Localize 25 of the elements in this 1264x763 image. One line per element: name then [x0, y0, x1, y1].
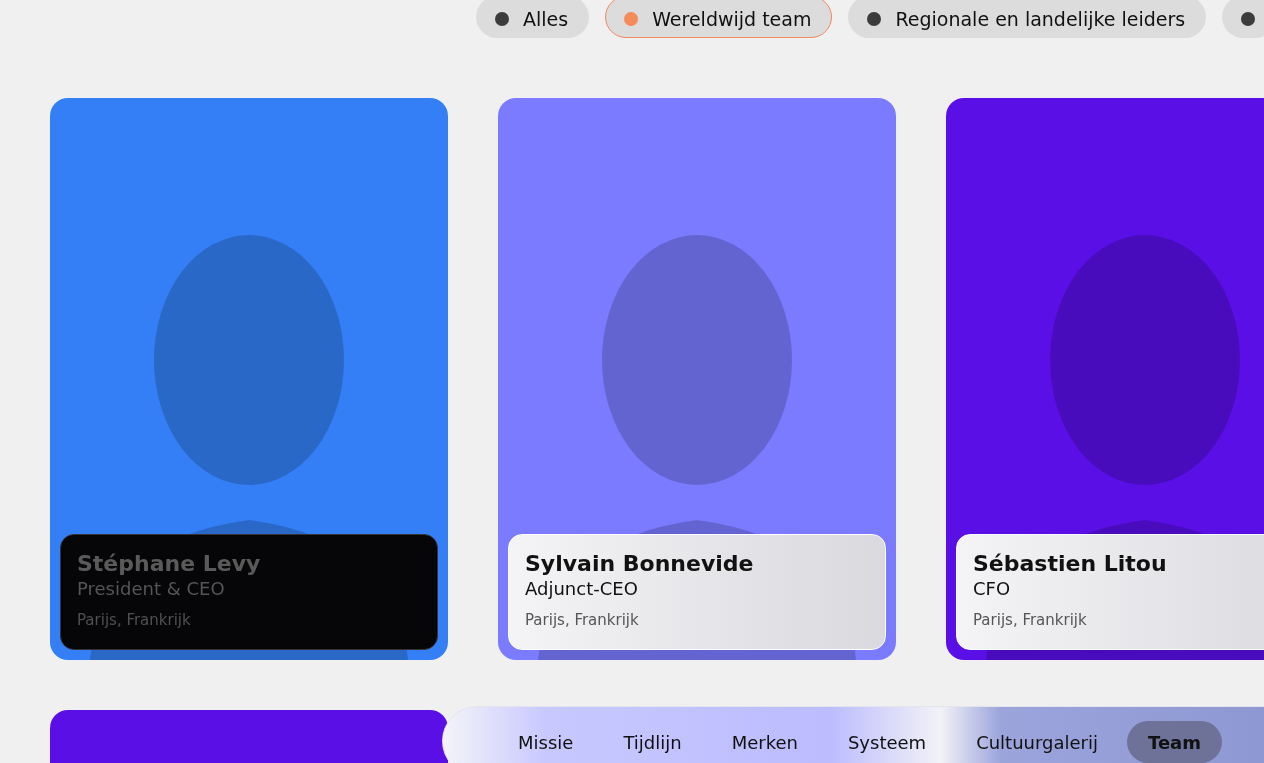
dot-icon: [867, 12, 882, 26]
nav-tab[interactable]: Missie: [497, 721, 595, 763]
filter-pill[interactable]: [1222, 0, 1264, 38]
nav-tab[interactable]: Tijdlijn: [602, 721, 703, 763]
filter-pill[interactable]: Regionale en landelijke leiders: [848, 0, 1207, 38]
filter-pill[interactable]: Alles: [476, 0, 590, 38]
person-location: Parijs, Frankrijk: [973, 611, 1088, 629]
profile-card[interactable]: Sébastien Litou CFO Parijs, Frankrijk: [946, 98, 1264, 660]
person-role: Adjunct-CEO: [525, 578, 639, 599]
person-location: Parijs, Frankrijk: [77, 611, 192, 629]
dot-icon: [624, 12, 639, 26]
nav-tab[interactable]: Merken: [710, 721, 819, 763]
nav-tab[interactable]: Cultuurgalerij: [955, 721, 1119, 763]
profile-card[interactable]: Sylvain Bonnevide Adjunct-CEO Parijs, Frankrijk: [498, 98, 896, 660]
person-location: Parijs, Frankrijk: [525, 611, 640, 629]
person-name: Stéphane Levy: [77, 551, 262, 576]
person-name: Sébastien Litou: [973, 551, 1168, 576]
dot-icon: [495, 12, 509, 26]
person-role: CFO: [973, 578, 1012, 599]
filter-pill[interactable]: Wereldwijd team: [605, 0, 833, 38]
dot-icon: [1241, 12, 1256, 26]
nav-tab[interactable]: Team: [1127, 721, 1222, 763]
person-name: Sylvain Bonnevide: [525, 551, 755, 576]
nav-tab[interactable]: Systeem: [826, 721, 948, 763]
person-role: President & CEO: [77, 578, 226, 599]
